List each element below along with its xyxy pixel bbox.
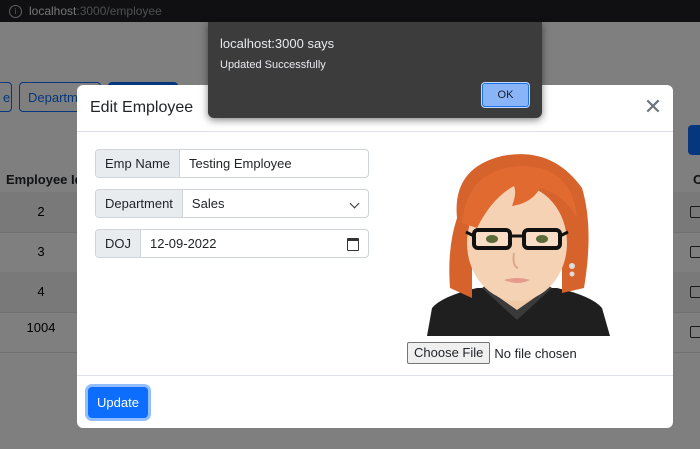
- emp-name-group: Emp Name Testing Employee: [95, 149, 369, 178]
- department-group: Department Sales: [95, 189, 369, 218]
- emp-name-label: Emp Name: [96, 150, 181, 177]
- alert-message: Updated Successfully: [220, 59, 326, 71]
- calendar-icon[interactable]: [347, 238, 359, 251]
- department-selected: Sales: [191, 196, 225, 211]
- doj-group: DOJ 12-09-2022: [95, 229, 369, 258]
- doj-input[interactable]: 12-09-2022: [141, 230, 368, 257]
- ok-button[interactable]: OK: [482, 83, 529, 107]
- doj-label: DOJ: [96, 230, 141, 257]
- modal-title: Edit Employee: [90, 99, 194, 116]
- modal-footer-divider: [77, 375, 673, 376]
- chevron-down-icon: [349, 198, 360, 209]
- department-label: Department: [96, 190, 183, 217]
- update-button[interactable]: Update: [88, 387, 148, 418]
- emp-name-input[interactable]: Testing Employee: [180, 150, 368, 177]
- browser-alert-dialog: localhost:3000 says Updated Successfully…: [208, 22, 542, 118]
- department-select[interactable]: Sales: [183, 190, 368, 217]
- close-icon[interactable]: ✕: [643, 96, 663, 118]
- doj-value: 12-09-2022: [150, 236, 217, 251]
- file-input: Choose File No file chosen: [407, 342, 577, 364]
- edit-employee-modal: Edit Employee ✕ Emp Name Testing Employe…: [77, 85, 673, 428]
- choose-file-button[interactable]: Choose File: [407, 342, 491, 364]
- employee-photo: [427, 154, 610, 336]
- file-status: No file chosen: [494, 345, 577, 361]
- alert-title: localhost:3000 says: [220, 36, 335, 51]
